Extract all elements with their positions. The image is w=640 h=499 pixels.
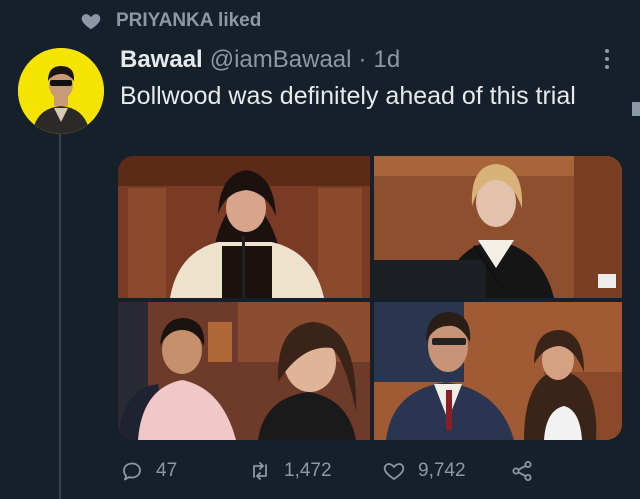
photo-man-courtroom[interactable] — [374, 302, 622, 440]
more-dot-icon — [605, 65, 609, 69]
social-context: PRIYANKA liked — [80, 9, 261, 33]
more-options-button[interactable] — [596, 46, 618, 72]
retweet-count: 1,472 — [284, 460, 332, 481]
tweet-text: Bollwood was definitely ahead of this tr… — [120, 82, 576, 110]
retweet-button[interactable]: 1,472 — [248, 458, 332, 484]
photo-courtroom-film-scene[interactable] — [118, 302, 370, 440]
thread-line — [59, 132, 61, 499]
author-name[interactable]: Bawaal — [120, 46, 203, 74]
tweet-time[interactable]: 1d — [373, 46, 400, 74]
like-button[interactable]: 9,742 — [382, 458, 466, 484]
share-icon — [512, 461, 532, 481]
like-count: 9,742 — [418, 460, 466, 481]
time-separator: · — [358, 46, 367, 73]
retweet-icon — [253, 462, 267, 480]
social-context-text[interactable]: PRIYANKA liked — [116, 10, 261, 32]
tweet-header: Bawaal @iamBawaal · 1d — [120, 44, 400, 76]
photo-woman-testifying-court[interactable] — [374, 156, 622, 298]
scrollbar-thumb[interactable] — [632, 102, 640, 116]
reply-count: 47 — [156, 460, 178, 481]
avatar[interactable] — [18, 48, 104, 134]
heart-outline-icon — [383, 463, 405, 480]
media-grid — [118, 156, 622, 440]
author-handle[interactable]: @iamBawaal — [210, 46, 352, 74]
heart-icon — [81, 14, 101, 30]
share-button[interactable] — [510, 458, 534, 484]
avatar-image — [18, 48, 104, 134]
tweet-actions: 47 1,472 9,742 — [120, 458, 540, 484]
reply-icon — [123, 462, 141, 481]
more-dot-icon — [605, 57, 609, 61]
reply-button[interactable]: 47 — [120, 458, 177, 484]
more-dot-icon — [605, 49, 609, 53]
photo-woman-crying-court-film[interactable] — [118, 156, 370, 298]
